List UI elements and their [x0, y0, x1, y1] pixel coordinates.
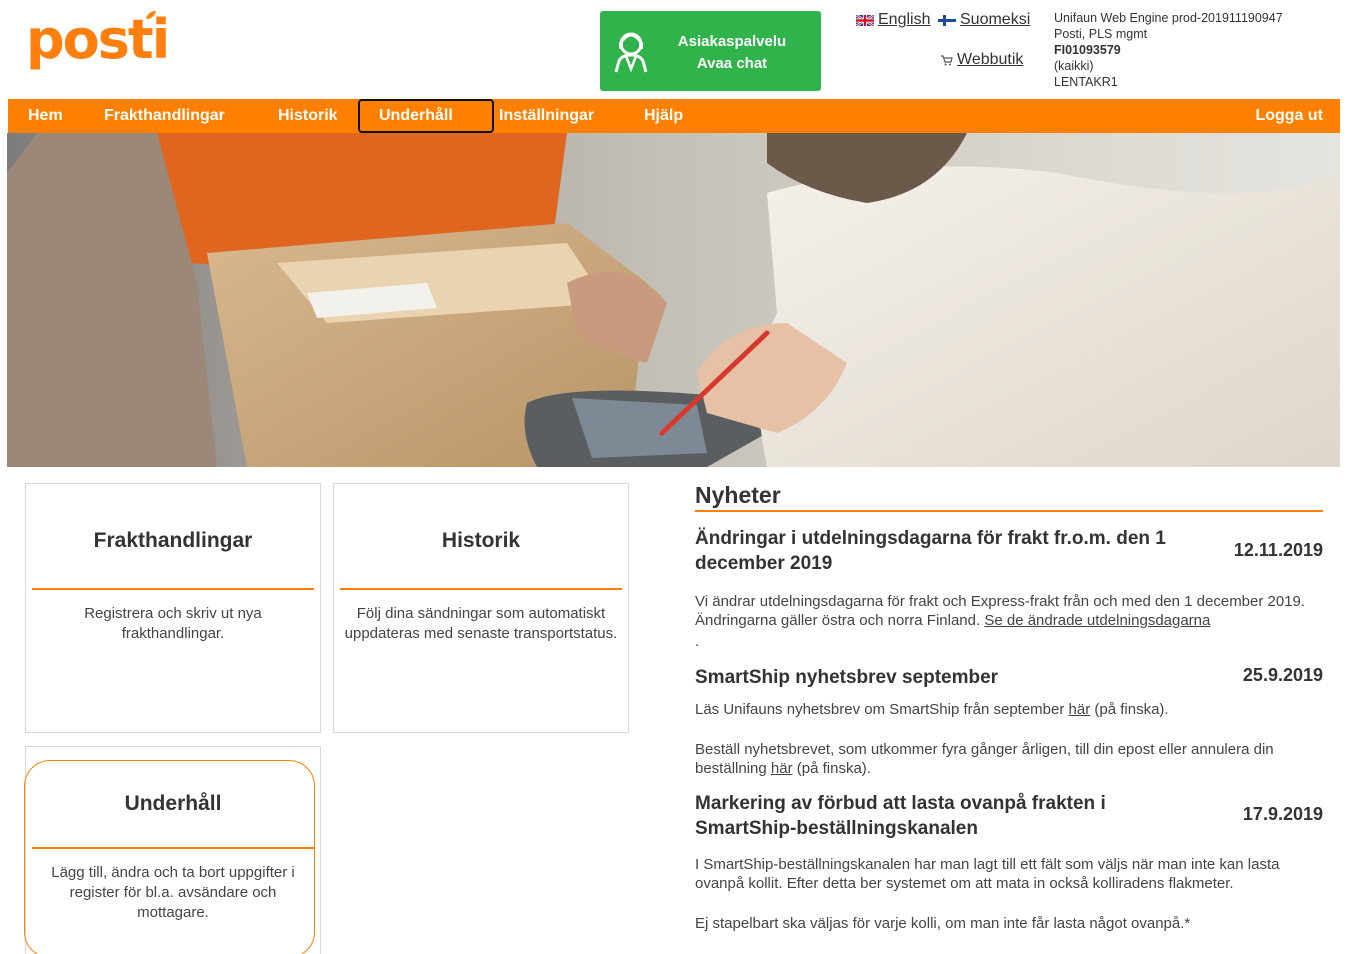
- main-nav: Hem Frakthandlingar Historik Underhåll I…: [8, 99, 1340, 133]
- uk-flag-icon: [856, 14, 874, 26]
- news-trailing: .: [695, 633, 700, 650]
- engine-customer-number: FI01093579: [1054, 43, 1121, 57]
- logo-leaf-icon: [146, 11, 156, 19]
- news-item: 12.11.2019 Ändringar i utdelningsdagarna…: [695, 526, 1323, 651]
- nav-frakthandlingar[interactable]: Frakthandlingar: [104, 99, 225, 133]
- hero-image: [7, 133, 1340, 467]
- news-link[interactable]: här: [771, 760, 793, 777]
- nav-hem[interactable]: Hem: [28, 99, 63, 133]
- hero-photo-illustration: [7, 133, 1340, 467]
- posti-logo[interactable]: posti: [26, 8, 170, 72]
- english-label: English: [878, 11, 931, 28]
- engine-user: LENTAKR1: [1054, 75, 1118, 89]
- tile-title: Underhåll: [124, 792, 222, 815]
- news-title: Ändringar i utdelningsdagarna för frakt …: [695, 528, 1166, 574]
- news-item: 17.9.2019 Markering av förbud att lasta …: [695, 791, 1323, 933]
- tile-frakthandlingar[interactable]: Frakthandlingar Registrera och skriv ut …: [25, 483, 321, 733]
- engine-info: Unifaun Web Engine prod-201911190947 Pos…: [1054, 10, 1283, 90]
- nav-historik[interactable]: Historik: [278, 99, 338, 133]
- news-date: 12.11.2019: [1233, 540, 1323, 560]
- finland-flag-icon: [938, 14, 956, 26]
- engine-scope: (kaikki): [1054, 59, 1094, 73]
- tile-title: Frakthandlingar: [93, 529, 253, 552]
- chat-label: Asiakaspalvelu Avaa chat: [662, 31, 802, 75]
- news-link[interactable]: här: [1069, 701, 1091, 718]
- chat-line1: Asiakaspalvelu: [677, 33, 787, 50]
- nav-hjalp[interactable]: Hjälp: [644, 99, 683, 133]
- news-body: Läs Unifauns nyhetsbrev om SmartShip frå…: [695, 700, 1323, 719]
- news-section: Nyheter 12.11.2019 Ändringar i utdelning…: [695, 478, 1323, 933]
- tile-historik[interactable]: Historik Följ dina sändningar som automa…: [333, 483, 629, 733]
- nav-underhall[interactable]: Underhåll: [358, 99, 494, 133]
- news-item: 25.9.2019 SmartShip nyhetsbrev september…: [695, 665, 1323, 778]
- news-date: 17.9.2019: [1242, 804, 1323, 824]
- engine-company: Posti, PLS mgmt: [1054, 27, 1148, 41]
- header: posti Asiakaspalvelu Avaa chat English S…: [0, 0, 1346, 98]
- news-body: I SmartShip-beställningskanalen har man …: [695, 856, 1280, 892]
- chat-line2: Avaa chat: [696, 55, 768, 72]
- news-text: Läs Unifauns nyhetsbrev om SmartShip frå…: [695, 701, 1065, 718]
- news-text: (på finska).: [1094, 701, 1169, 718]
- news-title: Markering av förbud att lasta ovanpå fra…: [695, 793, 1106, 839]
- tile-underhall[interactable]: Underhåll Lägg till, ändra och ta bort u…: [25, 746, 321, 954]
- news-link[interactable]: Se de ändrade utdelningsdagarna: [984, 612, 1210, 629]
- tile-title: Historik: [441, 529, 521, 552]
- news-text: (på finska).: [796, 760, 871, 777]
- webbutik-link[interactable]: Webbutik: [940, 51, 1023, 69]
- tile-description: Lägg till, ändra och ta bort uppgifter i…: [51, 864, 295, 921]
- language-english-link[interactable]: English: [856, 11, 930, 29]
- cart-icon: [941, 54, 953, 65]
- language-suomeksi-link[interactable]: Suomeksi: [938, 11, 1030, 29]
- news-body: Vi ändrar utdelningsdagarna för frakt oc…: [695, 592, 1323, 630]
- news-title: SmartShip nyhetsbrev september: [695, 667, 999, 688]
- news-date: 25.9.2019: [1242, 665, 1323, 685]
- tile-description: Följ dina sändningar som automatiskt upp…: [344, 605, 618, 642]
- news-body: Ej stapelbart ska väljas för varje kolli…: [695, 915, 1191, 932]
- suomeksi-label: Suomeksi: [960, 11, 1031, 28]
- support-agent-icon: [614, 32, 648, 73]
- webbutik-label: Webbutik: [957, 51, 1024, 68]
- tile-description: Registrera och skriv ut nya frakthandlin…: [84, 605, 262, 642]
- nav-installningar[interactable]: Inställningar: [499, 99, 594, 133]
- news-body: Beställ nyhetsbrevet, som utkommer fyra …: [695, 740, 1323, 778]
- logout-link[interactable]: Logga ut: [1255, 99, 1323, 133]
- engine-version: Unifaun Web Engine prod-201911190947: [1054, 11, 1283, 25]
- news-heading: Nyheter: [695, 478, 1323, 512]
- customer-service-chat-button[interactable]: Asiakaspalvelu Avaa chat: [600, 11, 821, 91]
